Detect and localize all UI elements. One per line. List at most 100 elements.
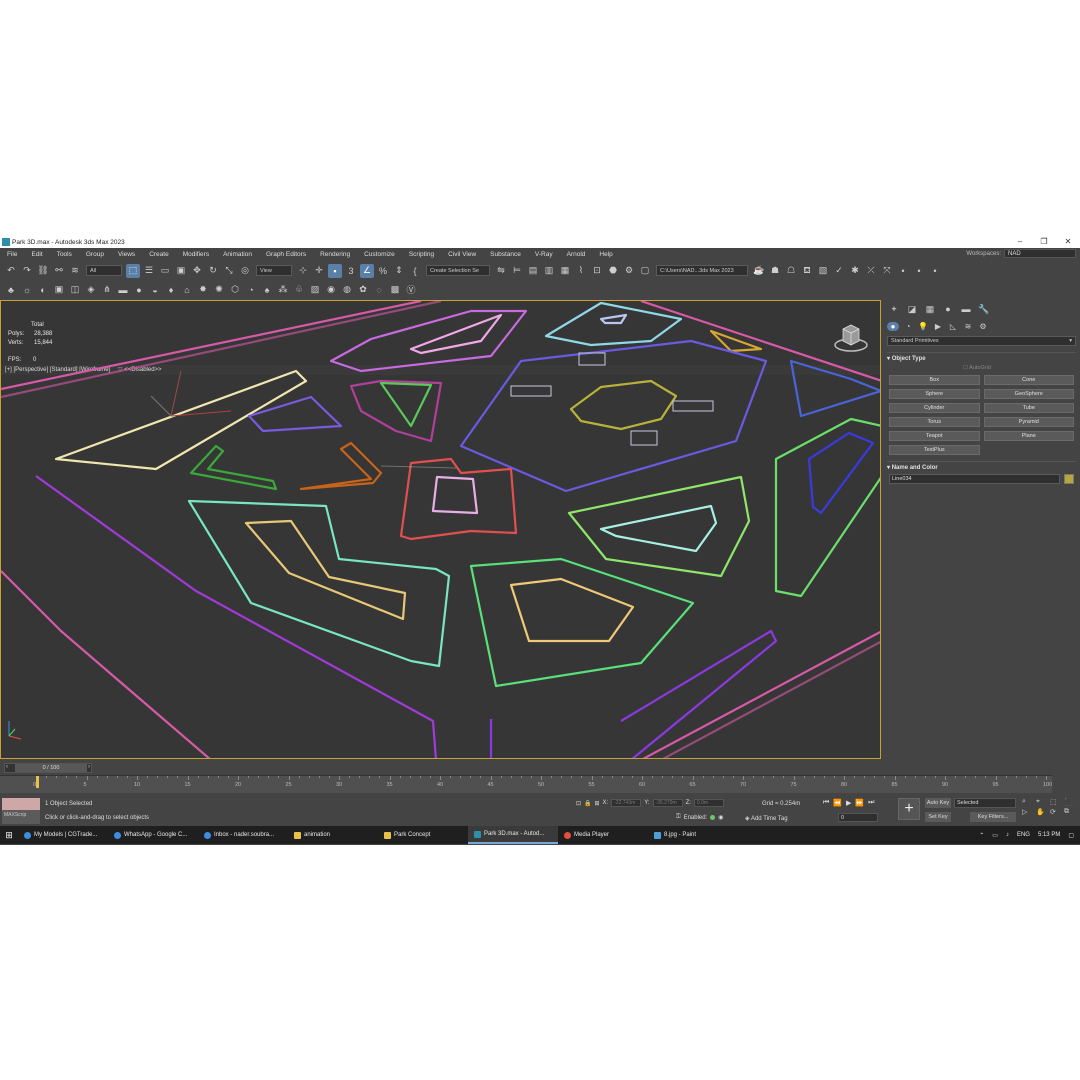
menu-graph-editors[interactable]: Graph Editors (259, 251, 313, 258)
tool-e-icon[interactable]: • (928, 264, 942, 278)
vray-light-lister-icon[interactable]: ✸ (196, 283, 210, 297)
go-to-start-icon[interactable]: ⏮ (823, 799, 829, 807)
schematic-view-icon[interactable]: ⊡ (590, 264, 604, 278)
motion-tab-icon[interactable]: ● (941, 304, 955, 314)
play-icon[interactable]: ▶ (846, 799, 851, 807)
vray-fur-icon[interactable]: ⋔ (100, 283, 114, 297)
name-color-rollout[interactable]: ▾ Name and Color (887, 461, 1076, 471)
menu-group[interactable]: Group (79, 251, 111, 258)
set-key-big-icon[interactable]: + (898, 798, 920, 820)
selection-filter-dropdown[interactable]: All (86, 265, 122, 276)
viewcube-icon[interactable] (833, 321, 869, 353)
perspective-viewport[interactable]: [+] [Perspective] [Standard] [Wireframe]… (0, 300, 881, 759)
undo-icon[interactable]: ↶ (4, 264, 18, 278)
menu-views[interactable]: Views (111, 251, 142, 258)
object-type-rollout[interactable]: ▾ Object Type (887, 352, 1076, 362)
close-button[interactable]: ✕ (1056, 236, 1080, 248)
vray-dirt-icon[interactable]: ◌ (372, 283, 386, 297)
vray-scatter-icon[interactable]: ♧ (292, 283, 306, 297)
toggle-scene-explorer-icon[interactable]: ▤ (526, 264, 540, 278)
menu-vray[interactable]: V-Ray (528, 251, 560, 258)
angle-snap-icon[interactable]: ∠ (360, 263, 374, 278)
vray-proxy-icon[interactable]: ◈ (84, 283, 98, 297)
menu-edit[interactable]: Edit (24, 251, 49, 258)
pan-icon[interactable]: ✋ (1036, 808, 1048, 816)
vray-sun-icon[interactable]: ☼ (20, 283, 34, 297)
redo-icon[interactable]: ↷ (20, 264, 34, 278)
named-selection-dropdown[interactable]: Create Selection Se (426, 265, 490, 276)
pivot-icon[interactable]: ⊹ (296, 264, 310, 278)
auto-key-button[interactable]: Auto Key (925, 798, 951, 808)
time-slider[interactable]: ‹ 0 / 100 › (4, 763, 92, 773)
render-icon[interactable]: ☕ (752, 264, 766, 278)
rotate-icon[interactable]: ↻ (206, 264, 220, 278)
shapes-icon[interactable]: ◔ (902, 322, 914, 331)
bind-spacewarp-icon[interactable]: ≋ (68, 264, 82, 278)
scale-icon[interactable]: ⤡ (222, 264, 236, 278)
menu-modifiers[interactable]: Modifiers (176, 251, 216, 258)
fov-icon[interactable]: ▷ (1022, 808, 1034, 816)
move-icon[interactable]: ✥ (190, 264, 204, 278)
pyramid-button[interactable]: Pyramid (983, 417, 1074, 427)
previous-frame-icon[interactable]: ⏪ (833, 799, 842, 807)
tool-b-icon[interactable]: ⤧ (880, 264, 894, 278)
current-frame-field[interactable]: 0 (838, 813, 878, 822)
next-frame-icon[interactable]: ⏩ (855, 799, 864, 807)
adaptive-icon[interactable]: ◉ (718, 814, 723, 821)
rendered-frame-icon[interactable]: ▢ (638, 264, 652, 278)
primitive-category-dropdown[interactable]: Standard Primitives ▾ (887, 336, 1076, 346)
menu-help[interactable]: Help (592, 251, 619, 258)
edit-named-sets-icon[interactable]: { (408, 264, 422, 278)
vray-ambient-icon[interactable]: ◫ (68, 283, 82, 297)
geosphere-button[interactable]: GeoSphere (983, 389, 1074, 399)
menu-arnold[interactable]: Arnold (560, 251, 593, 258)
isolate-icon[interactable]: ⊡ (576, 800, 581, 807)
chevron-up-icon[interactable]: ⌃ (979, 832, 984, 839)
select-object-icon[interactable]: ⬚ (126, 263, 140, 278)
teapot-button[interactable]: Teapot (889, 431, 980, 441)
hierarchy-tab-icon[interactable]: ▦ (923, 304, 937, 315)
select-manipulate-icon[interactable]: ✛ (312, 264, 326, 278)
link-icon[interactable]: ⛓ (36, 264, 50, 278)
vray-clipper-icon[interactable]: ♦ (164, 283, 178, 297)
render-production-icon[interactable]: ☗ (768, 264, 782, 278)
unlink-icon[interactable]: ⚯ (52, 264, 66, 278)
vray-sunstar-icon[interactable]: ✺ (212, 283, 226, 297)
maximize-viewport-icon[interactable]: ⧉ (1064, 808, 1076, 816)
settings-icon[interactable]: ✱ (848, 264, 862, 278)
spinner-snap-icon[interactable]: ⇕ (392, 264, 406, 278)
zoom-extents-icon[interactable]: ⬚ (1050, 798, 1062, 806)
snaps-toggle-icon[interactable]: 3 (344, 264, 358, 278)
add-time-tag[interactable]: ◈ Add Time Tag (745, 815, 788, 822)
systems-icon[interactable]: ⚙ (977, 322, 989, 331)
tool-d-icon[interactable]: • (912, 264, 926, 278)
y-field[interactable]: -35.279m (652, 799, 683, 807)
vray-sphere-icon[interactable]: ● (132, 283, 146, 297)
menu-customize[interactable]: Customize (357, 251, 402, 258)
vray-material-icon[interactable]: ◉ (324, 283, 338, 297)
utilities-tab-icon[interactable]: 🔧 (977, 304, 991, 315)
vray-dome-icon[interactable]: ◐ (36, 283, 50, 297)
cameras-icon[interactable]: ▶ (932, 322, 944, 331)
menu-substance[interactable]: Substance (483, 251, 528, 258)
orbit-icon[interactable]: ⟳ (1050, 808, 1062, 816)
taskbar-item-animation[interactable]: animation (288, 826, 378, 844)
window-crossing-icon[interactable]: ▣ (174, 264, 188, 278)
ribbon-icon[interactable]: ▦ (558, 264, 572, 278)
plane-button[interactable]: Plane (983, 431, 1074, 441)
vray-light-icon[interactable]: ♣ (4, 283, 18, 297)
minimize-button[interactable]: – (1008, 236, 1032, 248)
menu-file[interactable]: File (0, 251, 24, 258)
vray-frame-buffer-icon[interactable]: ▧ (816, 264, 830, 278)
render-active-icon[interactable]: ⛾ (800, 264, 814, 278)
sphere-button[interactable]: Sphere (889, 389, 980, 399)
spacewarps-icon[interactable]: ≋ (962, 322, 974, 331)
percent-snap-icon[interactable]: % (376, 264, 390, 278)
object-color-swatch[interactable] (1064, 474, 1074, 484)
workspaces-dropdown[interactable]: NAD (1004, 249, 1076, 258)
menu-civil-view[interactable]: Civil View (441, 251, 483, 258)
vray-vantage-icon[interactable]: Ⓥ (404, 283, 418, 297)
align-icon[interactable]: ⊨ (510, 264, 524, 278)
vray-palette-icon[interactable]: ✿ (356, 283, 370, 297)
vray-tree-icon[interactable]: ♠ (260, 283, 274, 297)
